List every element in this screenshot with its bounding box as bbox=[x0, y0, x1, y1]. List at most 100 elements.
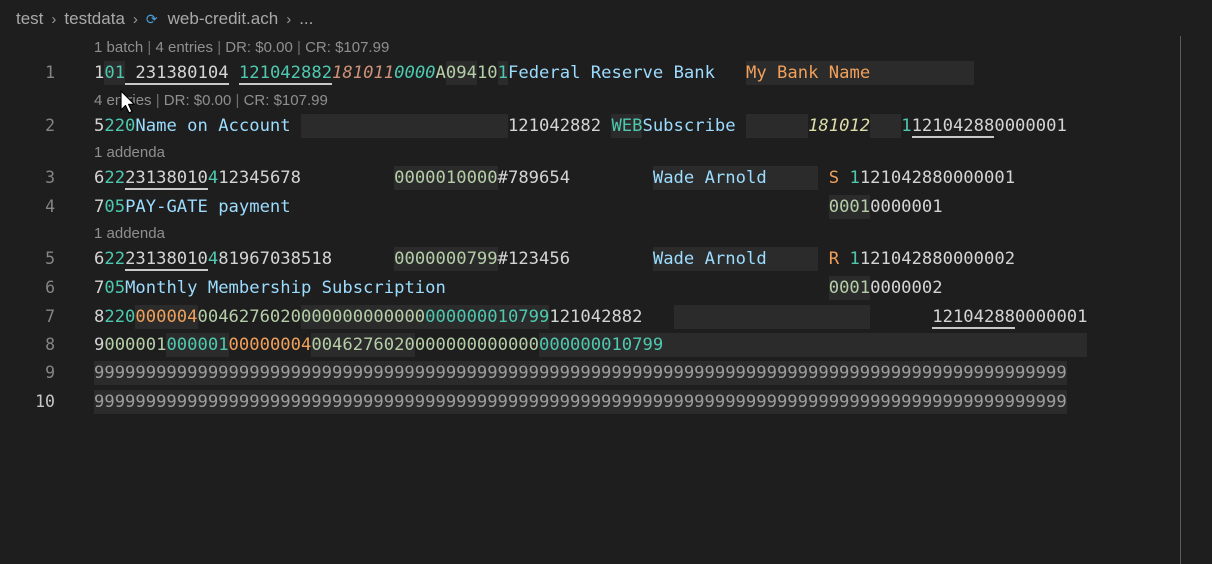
codelens-entry-addenda[interactable]: 1 addenda bbox=[94, 224, 165, 244]
breadcrumb-item-testdata[interactable]: testdata bbox=[64, 9, 125, 29]
code-token: Wade Arnold bbox=[652, 247, 819, 271]
codelens-debit-total[interactable]: DR: $0.00 bbox=[225, 39, 293, 56]
code-token: Subscribe bbox=[642, 116, 746, 136]
breadcrumb-item-test[interactable]: test bbox=[16, 9, 43, 29]
code-token: 121042880000002 bbox=[859, 249, 1016, 269]
code-token: My Bank Name bbox=[746, 61, 871, 85]
code-token: 9 bbox=[94, 335, 105, 355]
codelens-addenda-count[interactable]: 1 addenda bbox=[94, 144, 165, 161]
code-token: 0001 bbox=[828, 195, 871, 219]
chevron-right-icon: › bbox=[132, 10, 138, 28]
code-token: 12104288 bbox=[911, 116, 995, 136]
code-line[interactable]: 5 6 22 23138010 4 81967038518 0000000799 #123… bbox=[0, 247, 1180, 271]
line-content[interactable]: 9 000001 000001 00000004 0046276020 000000000… bbox=[94, 333, 1088, 357]
line-number: 6 bbox=[45, 278, 55, 297]
code-token: 23138010 bbox=[125, 168, 208, 188]
code-line[interactable]: 4 7 05 PAY-GATE payment 0001 0000001 bbox=[0, 195, 1180, 219]
code-token: 0000001 bbox=[994, 116, 1067, 136]
code-line[interactable]: 2 5 220 Name on Account 121042882 WEB Subsc… bbox=[0, 114, 1180, 138]
code-token: Name on Account bbox=[135, 116, 301, 136]
code-line-active[interactable]: 10 9999999999999999999999999999999999999… bbox=[0, 390, 1180, 414]
mouse-pointer-icon bbox=[120, 90, 136, 114]
code-token bbox=[663, 333, 1088, 357]
line-content[interactable]: 7 05 Monthly Membership Subscription 0001 0… bbox=[94, 276, 943, 300]
code-token: 231380104 bbox=[125, 63, 229, 83]
code-token: 0000010000 bbox=[394, 166, 498, 190]
line-number: 7 bbox=[45, 307, 55, 326]
breadcrumb: test › testdata › ⟳ web-credit.ach › ... bbox=[16, 7, 313, 31]
code-token: 23138010 bbox=[125, 249, 208, 269]
line-content[interactable]: 7 05 PAY-GATE payment 0001 0000001 bbox=[94, 195, 943, 219]
code-token: 220 bbox=[104, 116, 136, 136]
code-token: 220 bbox=[104, 307, 136, 327]
code-token: Monthly Membership Subscription bbox=[125, 278, 446, 298]
line-content[interactable]: 1 01 231380104 121042882 181011 0000 A 094 10 1… bbox=[94, 61, 974, 85]
codelens-divider: | bbox=[217, 39, 222, 56]
code-token: 0000001 bbox=[870, 197, 943, 217]
code-token: 4 bbox=[207, 168, 219, 188]
code-token: 12345678 bbox=[218, 168, 395, 188]
code-token: 0001 bbox=[828, 276, 871, 300]
codelens-divider: | bbox=[296, 39, 301, 56]
code-token: 12104288 bbox=[932, 307, 1016, 327]
line-number: 1 bbox=[45, 63, 55, 82]
code-token bbox=[300, 114, 508, 138]
breadcrumb-item-more[interactable]: ... bbox=[299, 9, 313, 29]
code-token: 121042880000001 bbox=[859, 168, 1016, 188]
code-token bbox=[870, 114, 902, 138]
code-token: 121042882 bbox=[507, 116, 612, 136]
codelens-credit-total[interactable]: CR: $107.99 bbox=[244, 92, 328, 109]
code-token: 0000000799 bbox=[394, 247, 498, 271]
codelens-addenda-count[interactable]: 1 addenda bbox=[94, 225, 165, 242]
breadcrumb-item-file[interactable]: web-credit.ach bbox=[168, 9, 279, 29]
code-token: #789654 bbox=[497, 168, 653, 188]
codelens-entry-count[interactable]: 4 entries bbox=[155, 39, 213, 56]
code-token: 10 bbox=[476, 63, 498, 83]
code-token: Wade Arnold bbox=[652, 166, 819, 190]
code-token: 000001 bbox=[104, 335, 167, 355]
code-token bbox=[745, 114, 809, 138]
codelens-file[interactable]: 1 batch | 4 entries | DR: $0.00 | CR: $1… bbox=[94, 38, 389, 58]
code-token: 6 bbox=[94, 168, 105, 188]
line-number: 3 bbox=[45, 168, 55, 187]
code-line[interactable]: 3 6 22 23138010 4 12345678 0000010000 #789654… bbox=[0, 166, 1180, 190]
line-content[interactable]: 6 22 23138010 4 12345678 0000010000 #789654 W… bbox=[94, 166, 1015, 190]
code-token: 181012 bbox=[808, 116, 871, 136]
code-token: S bbox=[818, 168, 850, 188]
chevron-right-icon: › bbox=[51, 10, 57, 28]
code-token: 0046276020 bbox=[311, 333, 415, 357]
codelens-credit-total[interactable]: CR: $107.99 bbox=[305, 39, 389, 56]
code-token: 0000002 bbox=[870, 278, 943, 298]
file-type-icon: ⟳ bbox=[145, 10, 158, 27]
code-token bbox=[870, 61, 974, 85]
code-line[interactable]: 9 99999999999999999999999999999999999999… bbox=[0, 361, 1180, 385]
line-content[interactable]: 5 220 Name on Account 121042882 WEB Subscri… bbox=[94, 114, 1067, 138]
code-token: 4 bbox=[207, 249, 219, 269]
code-line[interactable]: 7 8 220 000004 0046276020 000000000000 000000… bbox=[0, 305, 1180, 329]
editor-ruler bbox=[1180, 36, 1181, 564]
line-content[interactable]: 6 22 23138010 4 81967038518 0000000799 #12345… bbox=[94, 247, 1015, 271]
code-token: 05 bbox=[104, 278, 126, 298]
line-content[interactable]: 8 220 000004 0046276020 000000000000 00000001… bbox=[94, 305, 1087, 329]
codelens-entry-addenda[interactable]: 1 addenda bbox=[94, 143, 165, 163]
code-token: 00000004 bbox=[228, 335, 312, 355]
editor[interactable]: 1 batch | 4 entries | DR: $0.00 | CR: $1… bbox=[0, 36, 1212, 564]
code-line[interactable]: 6 7 05 Monthly Membership Subscription 000… bbox=[0, 276, 1180, 300]
codelens-batch-count[interactable]: 1 batch bbox=[94, 39, 143, 56]
line-content[interactable]: 9999999999999999999999999999999999999999… bbox=[94, 361, 1067, 385]
code-line[interactable]: 1 1 01 231380104 121042882 181011 0000 A 094 1… bbox=[0, 61, 1180, 85]
code-token: 000000000000 bbox=[300, 305, 426, 329]
code-line[interactable]: 8 9 000001 000001 00000004 0046276020 0000000… bbox=[0, 333, 1180, 357]
line-content[interactable]: 9999999999999999999999999999999999999999… bbox=[94, 390, 1067, 414]
line-number: 8 bbox=[45, 335, 55, 354]
code-token: 8 bbox=[94, 307, 105, 327]
codelens-divider: | bbox=[147, 39, 152, 56]
code-token: 000000010799 bbox=[425, 305, 550, 329]
code-token: A bbox=[435, 63, 446, 83]
code-token: 7 bbox=[94, 197, 105, 217]
code-token: 0000 bbox=[394, 63, 436, 83]
codelens-debit-total[interactable]: DR: $0.00 bbox=[164, 92, 232, 109]
